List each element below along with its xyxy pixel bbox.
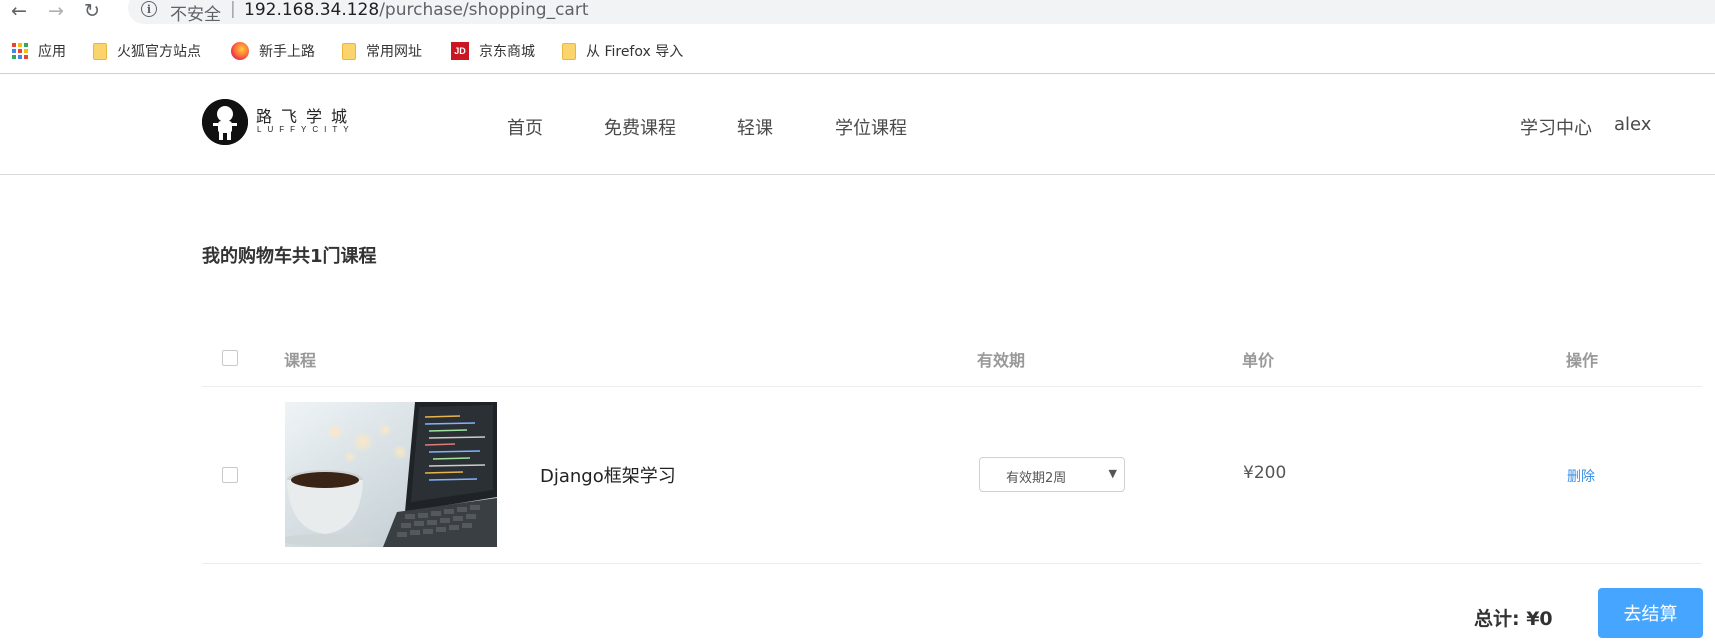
header-divider (202, 386, 1702, 387)
header-action: 操作 (1566, 351, 1599, 370)
username-link[interactable]: alex (1614, 114, 1651, 135)
nav-home[interactable]: 首页 (507, 114, 543, 140)
bookmark-label: 常用网址 (366, 44, 422, 60)
learning-center-link[interactable]: 学习中心 (1520, 114, 1592, 140)
course-name[interactable]: Django框架学习 (540, 462, 676, 488)
bookmarks-bar: 应用 火狐官方站点 新手上路 常用网址 JD 京东商城 从 Firefox 导入 (0, 36, 1715, 66)
validity-value: 有效期2周 (1006, 471, 1067, 486)
logo-cn-text: 路飞学城 (256, 107, 357, 126)
delete-link[interactable]: 删除 (1567, 466, 1595, 486)
address-separator: | (230, 0, 236, 19)
header-validity: 有效期 (977, 351, 1026, 370)
site-header: 路飞学城 LUFFYCITY 首页 免费课程 轻课 学位课程 学习中心 alex (0, 74, 1715, 175)
bookmark-firefox-site[interactable]: 火狐官方站点 (93, 40, 201, 62)
browser-toolbar: ← → ↻ i 不安全 | 192.168.34.128/purchase/sh… (0, 0, 1715, 26)
bookmark-label: 新手上路 (259, 44, 315, 60)
header-course: 课程 (284, 351, 317, 370)
logo-en-text: LUFFYCITY (257, 125, 355, 134)
bookmark-label: 从 Firefox 导入 (586, 44, 684, 60)
forward-arrow-icon[interactable]: → (45, 0, 67, 22)
apps-grid-icon (12, 43, 28, 59)
firefox-icon (231, 42, 249, 60)
bookmark-getting-started[interactable]: 新手上路 (231, 40, 315, 62)
checkout-button[interactable]: 去结算 (1598, 588, 1703, 638)
header-price: 单价 (1242, 351, 1275, 370)
address-url[interactable]: 192.168.34.128/purchase/shopping_cart (244, 0, 589, 20)
row-checkbox[interactable] (222, 467, 238, 483)
logo-mark-icon (202, 99, 248, 145)
nav-free-courses[interactable]: 免费课程 (604, 114, 676, 140)
folder-icon (93, 42, 107, 60)
validity-select[interactable]: 有效期2周 ▼ (979, 457, 1125, 492)
reload-icon[interactable]: ↻ (81, 0, 103, 22)
insecure-label: 不安全 (170, 5, 221, 25)
nav-degree-courses[interactable]: 学位课程 (835, 114, 907, 140)
folder-icon (562, 42, 576, 60)
jd-icon: JD (451, 42, 469, 60)
cart-total: 总计: ¥0 (1474, 608, 1553, 630)
back-arrow-icon[interactable]: ← (8, 0, 30, 22)
dropdown-arrow-icon: ▼ (1108, 467, 1117, 480)
info-icon[interactable]: i (141, 1, 157, 17)
bookmark-label: 京东商城 (479, 44, 535, 60)
bookmark-jd[interactable]: JD 京东商城 (451, 40, 535, 62)
cart-title: 我的购物车共1门课程 (202, 246, 377, 267)
select-all-checkbox[interactable] (222, 350, 238, 366)
unit-price: ¥200 (1243, 463, 1287, 483)
bookmark-label: 应用 (38, 44, 66, 60)
bookmark-apps[interactable]: 应用 (12, 40, 66, 62)
bookmark-common-sites[interactable]: 常用网址 (342, 40, 422, 62)
url-host: 192.168.34.128 (244, 0, 380, 20)
url-path: /purchase/shopping_cart (379, 0, 589, 20)
bookmark-firefox-import[interactable]: 从 Firefox 导入 (562, 40, 683, 62)
row-divider (202, 563, 1702, 564)
folder-icon (342, 42, 356, 60)
course-thumbnail[interactable] (285, 402, 497, 547)
bookmark-label: 火狐官方站点 (117, 44, 201, 60)
site-logo[interactable]: 路飞学城 LUFFYCITY (202, 99, 362, 147)
nav-light-courses[interactable]: 轻课 (737, 114, 773, 140)
